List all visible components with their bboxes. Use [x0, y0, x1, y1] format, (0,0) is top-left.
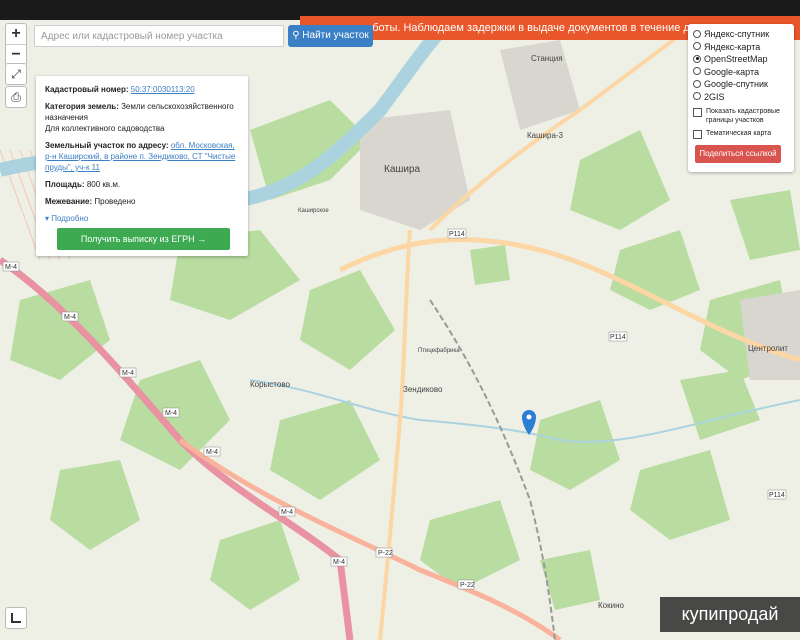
expand-icon: ⤢: [11, 67, 21, 81]
layer-option-label: 2GIS: [704, 91, 725, 102]
layer-options: Яндекс-спутник Яндекс-карта OpenStreetMap G…: [693, 28, 789, 103]
search-button-label: Найти участок: [302, 30, 369, 41]
caret-down-icon: ▾: [45, 214, 50, 223]
notice-text: работы. Наблюдаем задержки в выдаче доку…: [360, 22, 705, 34]
radio-icon: [693, 79, 701, 88]
search-icon: ⚲: [292, 30, 300, 41]
road-shield-m4: М-4: [2, 261, 20, 272]
cadastral-link[interactable]: 50:37:0030113:20: [131, 85, 195, 94]
road-shield-p114: Р114: [447, 228, 467, 239]
corner-icon: [11, 613, 21, 623]
place-label: Центролит: [748, 344, 788, 353]
zoom-in-button[interactable]: +: [6, 24, 26, 45]
use-value: Для коллективного садоводства: [45, 124, 165, 133]
svg-text:М-4: М-4: [165, 410, 177, 417]
svg-text:М-4: М-4: [5, 264, 17, 271]
share-link-button[interactable]: Поделиться ссылкой: [695, 145, 781, 163]
place-label: Станция: [531, 54, 563, 63]
zoom-out-button[interactable]: −: [6, 45, 26, 65]
place-label: Кокино: [598, 601, 624, 610]
road-shield-m4: М-4: [61, 311, 79, 322]
area-value: 800 кв.м.: [86, 180, 121, 189]
get-egrn-button[interactable]: Получить выписку из ЕГРН →: [57, 228, 230, 250]
layer-option[interactable]: 2GIS: [693, 91, 789, 104]
category-label: Категория земель:: [45, 102, 119, 111]
zoom-control: + −: [5, 23, 27, 66]
cadastral-row: Кадастровый номер: 50:37:0030113:20: [45, 84, 239, 95]
place-label: Птицефабрика: [418, 348, 460, 354]
search-input[interactable]: [34, 25, 284, 47]
survey-label: Межевание:: [45, 197, 93, 206]
print-icon: ⎙: [11, 90, 21, 104]
print-button[interactable]: ⎙: [5, 86, 27, 108]
radio-icon: [693, 54, 701, 63]
road-shield-m4: М-4: [119, 367, 137, 378]
layer-option[interactable]: Яндекс-спутник: [693, 28, 789, 41]
area-row: Площадь: 800 кв.м.: [45, 179, 239, 190]
svg-text:Р114: Р114: [769, 492, 785, 499]
layer-option[interactable]: OpenStreetMap: [693, 53, 789, 66]
svg-text:Р-22: Р-22: [460, 582, 475, 589]
place-label: Корыстово: [250, 380, 290, 389]
road-shield-p114: Р114: [767, 489, 787, 500]
checkbox-icon: [693, 108, 702, 117]
svg-text:М-4: М-4: [206, 449, 218, 456]
road-shield-m4: М-4: [203, 446, 221, 457]
svg-text:Р-22: Р-22: [378, 550, 393, 557]
show-borders-label: Показать кадастровые границы участков: [706, 108, 780, 124]
layer-option-label: Яндекс-карта: [704, 41, 761, 52]
radio-icon: [693, 67, 701, 76]
road-shield-r22: Р-22: [375, 547, 393, 558]
layer-switcher: Яндекс-спутник Яндекс-карта OpenStreetMap G…: [688, 24, 794, 172]
road-shield-p114: Р114: [608, 331, 628, 342]
cadastral-label: Кадастровый номер:: [45, 85, 129, 94]
radio-icon: [693, 29, 701, 38]
survey-value: Проведено: [94, 197, 136, 206]
parcel-info-panel: Кадастровый номер: 50:37:0030113:20 Кате…: [36, 76, 248, 256]
svg-text:М-4: М-4: [64, 314, 76, 321]
place-label: Кашира-3: [527, 131, 564, 140]
layer-option-label: Google-спутник: [704, 79, 768, 89]
more-label: Подробно: [51, 214, 89, 223]
svg-text:Р114: Р114: [449, 231, 465, 238]
watermark-logo: купипродай: [660, 597, 800, 632]
search-button[interactable]: ⚲ Найти участок: [288, 25, 373, 47]
layer-option-label: Яндекс-спутник: [704, 29, 770, 39]
area-label: Площадь:: [45, 180, 85, 189]
svg-text:М-4: М-4: [333, 559, 345, 566]
radio-icon: [693, 92, 701, 101]
fullscreen-button[interactable]: ⤢: [5, 63, 27, 85]
thematic-label: Тематическая карта: [706, 130, 772, 137]
place-label: Кашира: [384, 164, 421, 175]
place-label: Зендиково: [403, 385, 443, 394]
road-shield-m4: М-4: [162, 407, 180, 418]
radio-icon: [693, 42, 701, 51]
layer-option-label: OpenStreetMap: [704, 54, 768, 64]
layer-option[interactable]: Google-карта: [693, 66, 789, 79]
svg-text:Р114: Р114: [610, 334, 626, 341]
address-label: Земельный участок по адресу:: [45, 141, 169, 150]
layer-option-label: Google-карта: [704, 66, 759, 77]
road-shield-r22: Р-22: [457, 579, 475, 590]
address-row: Земельный участок по адресу: обл. Москов…: [45, 140, 239, 173]
place-label: Каширское: [298, 208, 329, 214]
show-borders-checkbox[interactable]: Показать кадастровые границы участков: [693, 107, 789, 125]
thematic-map-checkbox[interactable]: Тематическая карта: [693, 129, 789, 139]
layer-option[interactable]: Google-спутник: [693, 78, 789, 91]
more-details-link[interactable]: ▾ Подробно: [45, 213, 239, 224]
category-row: Категория земель: Земли сельскохозяйстве…: [45, 101, 239, 134]
corner-toggle-button[interactable]: [5, 607, 27, 629]
survey-row: Межевание: Проведено: [45, 196, 239, 207]
checkbox-icon: [693, 130, 702, 139]
layer-option[interactable]: Яндекс-карта: [693, 41, 789, 54]
svg-text:М-4: М-4: [281, 509, 293, 516]
road-shield-m4: М-4: [330, 556, 348, 567]
road-shield-m4: М-4: [278, 506, 296, 517]
svg-text:М-4: М-4: [122, 370, 134, 377]
